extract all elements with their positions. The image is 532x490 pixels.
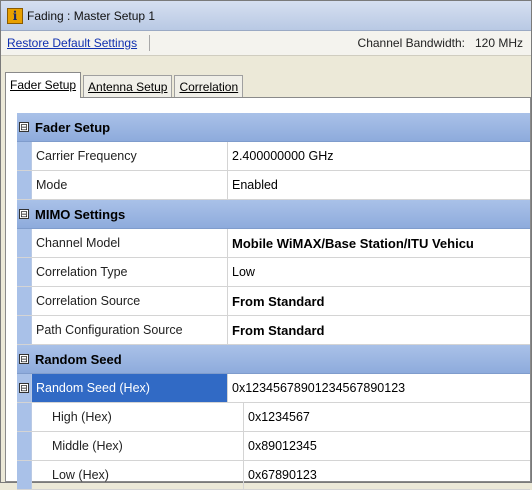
fader-setup-panel: ⊟ Fader Setup Carrier Frequency 2.400000… bbox=[5, 97, 531, 490]
property-name: Mode bbox=[32, 171, 228, 199]
info-icon: i bbox=[7, 7, 23, 24]
category-label: MIMO Settings bbox=[35, 206, 126, 222]
property-value[interactable]: 0x1234567 bbox=[244, 403, 530, 431]
property-name: Correlation Source bbox=[32, 287, 228, 315]
restore-default-settings-link[interactable]: Restore Default Settings bbox=[1, 36, 137, 50]
fading-window: i Fading : Master Setup 1 Restore Defaul… bbox=[0, 0, 532, 490]
category-label: Fader Setup bbox=[35, 119, 111, 135]
property-row-high-hex[interactable]: High (Hex) 0x1234567 bbox=[17, 403, 530, 432]
window-title: Fading : Master Setup 1 bbox=[27, 8, 156, 23]
channel-bandwidth-label: Channel Bandwidth: bbox=[357, 36, 465, 50]
property-row-channel-model[interactable]: Channel Model Mobile WiMAX/Base Station/… bbox=[17, 229, 530, 258]
property-row-low-hex[interactable]: Low (Hex) 0x67890123 bbox=[17, 461, 530, 490]
property-value[interactable]: 0x12345678901234567890123 bbox=[228, 374, 530, 402]
collapse-icon[interactable]: ⊟ bbox=[17, 113, 31, 141]
property-value[interactable]: 0x67890123 bbox=[244, 461, 530, 489]
property-value[interactable]: 2.400000000 GHz bbox=[228, 142, 530, 170]
property-grid: ⊟ Fader Setup Carrier Frequency 2.400000… bbox=[17, 113, 530, 490]
category-label: Random Seed bbox=[35, 351, 122, 367]
toolbar: Restore Default Settings Channel Bandwid… bbox=[1, 31, 531, 56]
property-value[interactable]: 0x89012345 bbox=[244, 432, 530, 460]
property-name: High (Hex) bbox=[32, 403, 244, 431]
toolbar-separator bbox=[149, 35, 151, 51]
property-name: Carrier Frequency bbox=[32, 142, 228, 170]
property-name: Middle (Hex) bbox=[32, 432, 244, 460]
property-value[interactable]: From Standard bbox=[228, 287, 530, 315]
property-row-middle-hex[interactable]: Middle (Hex) 0x89012345 bbox=[17, 432, 530, 461]
tab-fader-setup[interactable]: Fader Setup bbox=[5, 72, 82, 98]
property-value[interactable]: Enabled bbox=[228, 171, 530, 199]
collapse-icon[interactable]: ⊟ bbox=[17, 374, 32, 402]
category-fader-setup[interactable]: ⊟ Fader Setup bbox=[17, 113, 530, 142]
property-value[interactable]: Low bbox=[228, 258, 530, 286]
category-random-seed[interactable]: ⊟ Random Seed bbox=[17, 345, 530, 374]
property-name: Low (Hex) bbox=[32, 461, 244, 489]
property-name: Random Seed (Hex) bbox=[32, 374, 228, 402]
property-name: Path Configuration Source bbox=[32, 316, 228, 344]
property-value[interactable]: Mobile WiMAX/Base Station/ITU Vehicu bbox=[228, 229, 530, 257]
property-row-carrier-frequency[interactable]: Carrier Frequency 2.400000000 GHz bbox=[17, 142, 530, 171]
property-value[interactable]: From Standard bbox=[228, 316, 530, 344]
property-row-random-seed-hex[interactable]: ⊟ Random Seed (Hex) 0x123456789012345678… bbox=[17, 374, 530, 403]
property-name: Correlation Type bbox=[32, 258, 228, 286]
category-mimo-settings[interactable]: ⊟ MIMO Settings bbox=[17, 200, 530, 229]
property-row-mode[interactable]: Mode Enabled bbox=[17, 171, 530, 200]
property-row-correlation-type[interactable]: Correlation Type Low bbox=[17, 258, 530, 287]
title-bar: i Fading : Master Setup 1 bbox=[1, 1, 531, 31]
property-row-path-configuration-source[interactable]: Path Configuration Source From Standard bbox=[17, 316, 530, 345]
channel-bandwidth-value: 120 MHz bbox=[474, 36, 523, 50]
collapse-icon[interactable]: ⊟ bbox=[17, 200, 31, 228]
property-row-correlation-source[interactable]: Correlation Source From Standard bbox=[17, 287, 530, 316]
tab-strip: Fader Setup Antenna Setup Correlation bbox=[5, 72, 245, 98]
collapse-icon[interactable]: ⊟ bbox=[17, 345, 31, 373]
tab-antenna-setup[interactable]: Antenna Setup bbox=[83, 75, 173, 98]
tab-correlation[interactable]: Correlation bbox=[174, 75, 244, 98]
property-name: Channel Model bbox=[32, 229, 228, 257]
channel-bandwidth-readout: Channel Bandwidth: 120 MHz bbox=[358, 36, 531, 50]
